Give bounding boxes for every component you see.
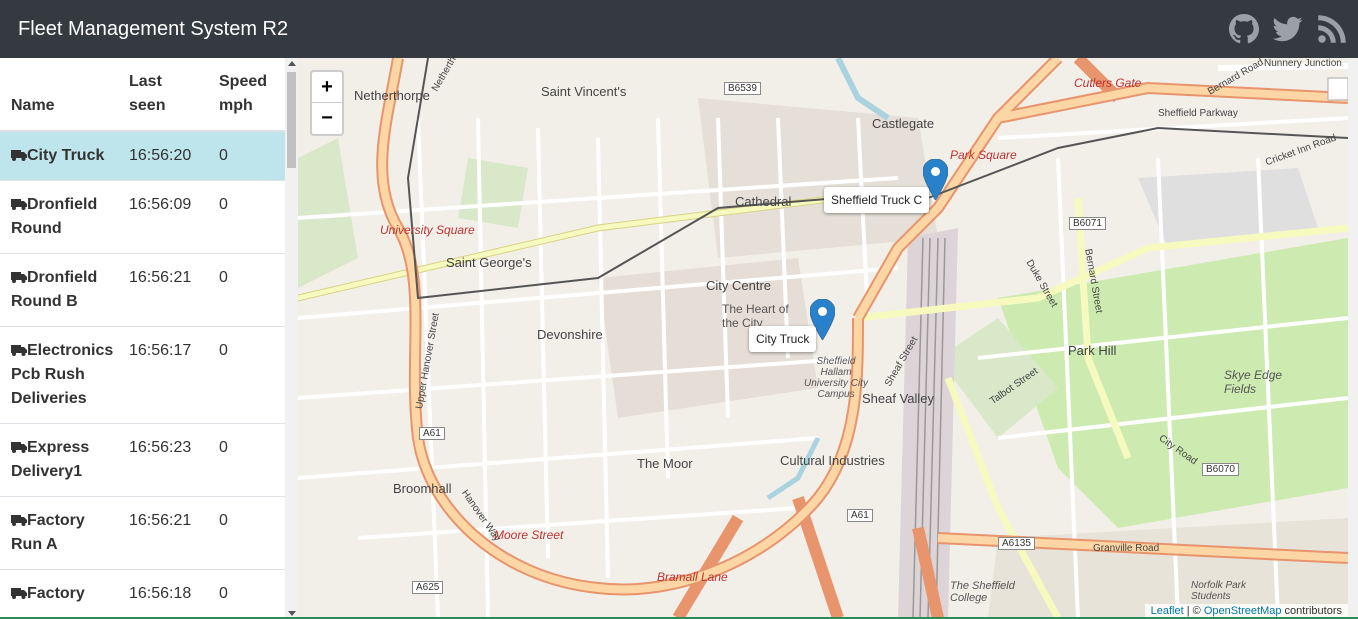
map-label-bramall-lane: Bramall Lane <box>657 570 728 584</box>
map-label-park-square: Park Square <box>950 148 1017 162</box>
map-label-nunnery-junction: Nunnery Junction <box>1264 58 1342 69</box>
table-header-row: Name Last seen Speed mph <box>0 58 285 132</box>
vehicle-speed: 0 <box>209 569 285 618</box>
twitter-icon[interactable] <box>1272 13 1304 45</box>
nav-icons <box>1228 13 1348 45</box>
map-label-netherthorpe: Netherthorpe <box>354 88 430 103</box>
map-label-park-hill: Park Hill <box>1068 343 1117 358</box>
vehicle-name: City Truck <box>27 147 105 164</box>
road-shield-a6135: A6135 <box>998 537 1035 550</box>
map-label-devonshire: Devonshire <box>537 327 603 342</box>
rss-icon[interactable] <box>1316 13 1348 45</box>
vehicle-speed: 0 <box>209 253 285 327</box>
vehicle-last-seen: 16:56:09 <box>123 180 209 254</box>
table-row[interactable]: City Truck 16:56:20 0 <box>0 130 285 181</box>
vehicle-last-seen: 16:56:17 <box>123 326 209 424</box>
github-icon[interactable] <box>1228 13 1260 45</box>
map-label-cultural-industries: Cultural Industries <box>780 453 885 468</box>
vehicle-last-seen: 16:56:21 <box>123 253 209 327</box>
vehicle-last-seen: 16:56:23 <box>123 423 209 497</box>
app-title[interactable]: Fleet Management System R2 <box>18 17 288 41</box>
vehicle-sidebar: Name Last seen Speed mph City Truck 16:5… <box>0 58 298 619</box>
table-row[interactable]: Dronfield Round 16:56:09 0 <box>0 180 285 254</box>
road-shield-b6539: B6539 <box>724 82 761 95</box>
attribution-suffix: contributors <box>1281 605 1342 617</box>
truck-icon <box>11 198 27 210</box>
truck-icon <box>11 271 27 283</box>
truck-icon <box>11 514 27 526</box>
zoom-control: + − <box>310 70 344 136</box>
scroll-up-arrow-icon[interactable] <box>288 61 296 66</box>
vehicle-last-seen: 16:56:18 <box>123 569 209 618</box>
truck-icon <box>11 587 27 599</box>
truck-icon <box>11 441 27 453</box>
table-row[interactable]: Dronfield Round B 16:56:21 0 <box>0 253 285 327</box>
vehicle-speed: 0 <box>209 496 285 570</box>
truck-icon <box>11 344 27 356</box>
map-label-sheaf-valley: Sheaf Valley <box>862 391 935 406</box>
vehicle-name: Electronics Pcb Rush Deliveries <box>11 342 114 407</box>
navbar: Fleet Management System R2 <box>0 0 1358 58</box>
map-label-university-square: University Square <box>380 223 475 237</box>
map-label-st-vincents: Saint Vincent's <box>541 84 627 99</box>
map-label-sheffield-college: The Sheffield College <box>950 580 1015 604</box>
map-label-shu: Sheffield Hallam University City Campus <box>804 356 868 400</box>
map-label-norfolk-park-students: Norfolk Park Students <box>1191 580 1247 602</box>
road-shield-b6071: B6071 <box>1069 217 1106 230</box>
map-label-castlegate: Castlegate <box>872 116 935 131</box>
column-header-name[interactable]: Name <box>0 58 123 132</box>
truck-icon <box>11 149 27 161</box>
map-label-st-georges: Saint George's <box>446 255 532 270</box>
table-row[interactable]: Factory Run A 16:56:21 0 <box>0 496 285 570</box>
zoom-out-button[interactable]: − <box>312 103 342 133</box>
vehicle-speed: 0 <box>209 326 285 424</box>
map-view[interactable]: Netherthorpe Saint Vincent's Castlegate … <box>298 58 1348 618</box>
map-label-broomhall: Broomhall <box>393 481 452 496</box>
map-label-granville-road: Granville Road <box>1093 543 1160 554</box>
vehicle-last-seen: 16:56:20 <box>123 130 209 181</box>
map-attribution: Leaflet | © OpenStreetMap contributors <box>1144 604 1348 618</box>
road-shield-a61-south: A61 <box>847 509 873 522</box>
map-label-city-centre: City Centre <box>706 278 772 293</box>
vehicle-last-seen: 16:56:21 <box>123 496 209 570</box>
marker-tooltip: City Truck <box>749 326 817 352</box>
column-header-last-seen[interactable]: Last seen <box>123 58 209 132</box>
vehicle-speed: 0 <box>209 423 285 497</box>
map-label-moore-street: Moore Street <box>494 528 564 542</box>
map-label-cutlers-gate: Cutlers Gate <box>1074 76 1142 90</box>
osm-link[interactable]: OpenStreetMap <box>1204 605 1282 617</box>
map-label-sheffield-parkway: Sheffield Parkway <box>1158 108 1238 119</box>
leaflet-link[interactable]: Leaflet <box>1151 605 1184 617</box>
map-label-cathedral: Cathedral <box>735 194 792 209</box>
table-row[interactable]: Express Delivery1 16:56:23 0 <box>0 423 285 497</box>
column-header-speed[interactable]: Speed mph <box>209 58 285 132</box>
vehicle-speed: 0 <box>209 130 285 181</box>
scrollbar-thumb[interactable] <box>287 72 296 168</box>
table-row[interactable]: Factory 16:56:18 0 <box>0 569 285 618</box>
vehicle-name: Factory <box>27 585 85 602</box>
sidebar-scrollbar[interactable] <box>285 58 298 619</box>
scroll-down-arrow-icon[interactable] <box>288 611 296 616</box>
vehicle-speed: 0 <box>209 180 285 254</box>
map-label-the-moor: The Moor <box>637 456 693 471</box>
marker-tooltip: Sheffield Truck C <box>824 187 930 213</box>
vehicle-table: Name Last seen Speed mph City Truck 16:5… <box>0 58 285 618</box>
road-shield-a61-west: A61 <box>419 427 445 440</box>
attribution-separator: | © <box>1183 605 1204 617</box>
road-shield-b6070: B6070 <box>1202 463 1239 476</box>
table-row[interactable]: Electronics Pcb Rush Deliveries 16:56:17… <box>0 326 285 424</box>
zoom-in-button[interactable]: + <box>312 72 342 103</box>
road-shield-a625: A625 <box>412 581 444 594</box>
map-label-skye-edge: Skye Edge Fields <box>1224 368 1283 396</box>
page-scrollbar[interactable] <box>1348 58 1358 619</box>
